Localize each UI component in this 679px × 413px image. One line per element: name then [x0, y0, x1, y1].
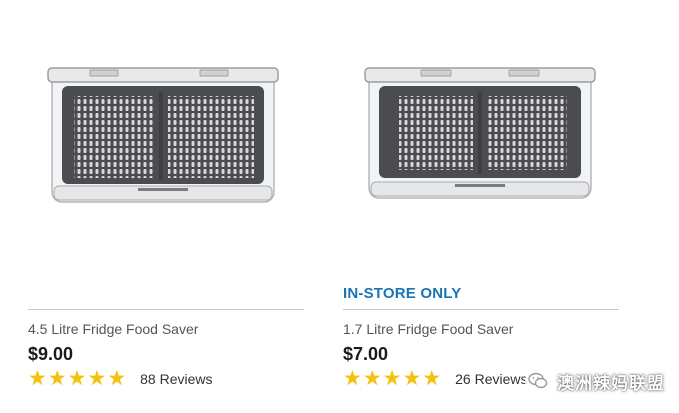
- product-card[interactable]: IN-STORE ONLY 1.7 Litre Fridge Food Save…: [343, 0, 619, 413]
- reviews-link[interactable]: 88 Reviews: [140, 371, 212, 387]
- product-price: $9.00: [28, 344, 74, 364]
- watermark-text: 澳洲辣妈联盟: [557, 373, 665, 393]
- product-image[interactable]: [28, 0, 304, 270]
- reviews-link[interactable]: 26 Reviews: [455, 371, 527, 387]
- divider: [28, 309, 304, 310]
- star-icon: ★: [343, 367, 362, 390]
- product-rating[interactable]: ★ ★ ★ ★ ★ 26 Reviews: [343, 367, 528, 390]
- star-icon: ★: [67, 367, 87, 390]
- star-icon: ★: [382, 367, 402, 390]
- star-rating: ★ ★ ★ ★ ★: [343, 367, 442, 390]
- star-icon: ★: [362, 367, 382, 390]
- star-icon: ★: [107, 367, 127, 390]
- product-card[interactable]: 4.5 Litre Fridge Food Saver $9.00 ★ ★ ★ …: [28, 0, 304, 413]
- star-icon: ★: [402, 367, 422, 390]
- star-icon: ★: [28, 367, 47, 390]
- star-icon: ★: [47, 367, 67, 390]
- wechat-icon: [525, 368, 551, 394]
- product-price: $7.00: [343, 344, 389, 364]
- product-image[interactable]: [343, 0, 619, 270]
- star-rating: ★ ★ ★ ★ ★: [28, 367, 127, 390]
- product-badge: IN-STORE ONLY: [343, 285, 462, 302]
- product-rating[interactable]: ★ ★ ★ ★ ★ 88 Reviews: [28, 367, 213, 390]
- star-icon: ★: [87, 367, 107, 390]
- divider: [343, 309, 619, 310]
- product-title[interactable]: 1.7 Litre Fridge Food Saver: [343, 321, 513, 337]
- watermark: 澳洲辣妈联盟: [525, 366, 665, 396]
- product-title[interactable]: 4.5 Litre Fridge Food Saver: [28, 321, 198, 337]
- star-icon: ★: [422, 367, 442, 390]
